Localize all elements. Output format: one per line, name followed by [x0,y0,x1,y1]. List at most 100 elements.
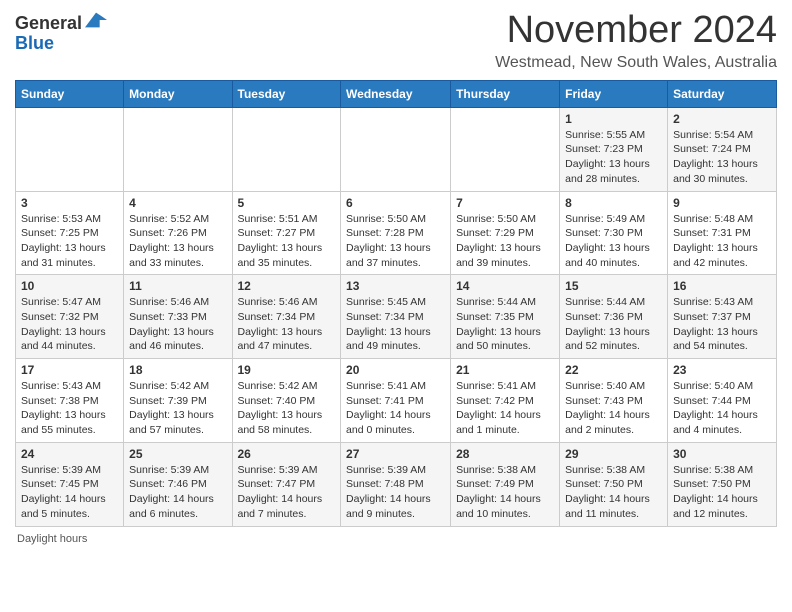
calendar-cell: 26 Sunrise: 5:39 AMSunset: 7:47 PMDayligh… [232,442,341,526]
day-number: 5 [238,196,336,210]
calendar-cell: 14 Sunrise: 5:44 AMSunset: 7:35 PMDayligh… [451,275,560,359]
day-number: 26 [238,447,336,461]
calendar-week-row: 3Sunrise: 5:53 AMSunset: 7:25 PMDaylight… [16,191,777,275]
calendar-cell: 8 Sunrise: 5:49 AMSunset: 7:30 PMDaylight… [560,191,668,275]
day-number: 27 [346,447,445,461]
day-number: 19 [238,363,336,377]
logo-icon [85,9,107,31]
calendar-week-row: 24 Sunrise: 5:39 AMSunset: 7:45 PMDayligh… [16,442,777,526]
day-number: 16 [673,279,771,293]
day-info: Sunrise: 5:50 AMSunset: 7:29 PMDaylight:… [456,212,554,271]
day-info: Sunrise: 5:44 AMSunset: 7:35 PMDaylight:… [456,295,554,354]
day-info: Sunrise: 5:52 AMSunset: 7:26 PMDaylight:… [129,212,226,271]
day-number: 4 [129,196,226,210]
calendar-cell: 29 Sunrise: 5:38 AMSunset: 7:50 PMDayligh… [560,442,668,526]
calendar-cell: 19 Sunrise: 5:42 AMSunset: 7:40 PMDayligh… [232,359,341,443]
day-number: 29 [565,447,662,461]
day-info: Sunrise: 5:39 AMSunset: 7:47 PMDaylight:… [238,463,336,522]
day-number: 10 [21,279,118,293]
col-header-thursday: Thursday [451,80,560,107]
logo-blue: Blue [15,34,82,54]
calendar-cell: 30 Sunrise: 5:38 AMSunset: 7:50 PMDayligh… [668,442,777,526]
calendar-cell: 18 Sunrise: 5:42 AMSunset: 7:39 PMDayligh… [124,359,232,443]
day-info: Sunrise: 5:46 AMSunset: 7:33 PMDaylight:… [129,295,226,354]
day-info: Sunrise: 5:55 AMSunset: 7:23 PMDaylight:… [565,128,662,187]
calendar-cell: 1 Sunrise: 5:55 AMSunset: 7:23 PMDaylight… [560,107,668,191]
day-info: Sunrise: 5:53 AMSunset: 7:25 PMDaylight:… [21,212,118,271]
calendar-cell: 24 Sunrise: 5:39 AMSunset: 7:45 PMDayligh… [16,442,124,526]
calendar-cell: 12 Sunrise: 5:46 AMSunset: 7:34 PMDayligh… [232,275,341,359]
day-number: 25 [129,447,226,461]
day-info: Sunrise: 5:43 AMSunset: 7:38 PMDaylight:… [21,379,118,438]
calendar-week-row: 1 Sunrise: 5:55 AMSunset: 7:23 PMDaylight… [16,107,777,191]
day-info: Sunrise: 5:44 AMSunset: 7:36 PMDaylight:… [565,295,662,354]
day-number: 15 [565,279,662,293]
header: General Blue November 2024 Westmead, New… [15,10,777,72]
calendar-cell: 23 Sunrise: 5:40 AMSunset: 7:44 PMDayligh… [668,359,777,443]
calendar-cell: 5Sunrise: 5:51 AMSunset: 7:27 PMDaylight… [232,191,341,275]
day-info: Sunrise: 5:38 AMSunset: 7:50 PMDaylight:… [673,463,771,522]
calendar-cell [451,107,560,191]
day-info: Sunrise: 5:40 AMSunset: 7:43 PMDaylight:… [565,379,662,438]
day-info: Sunrise: 5:42 AMSunset: 7:40 PMDaylight:… [238,379,336,438]
col-header-sunday: Sunday [16,80,124,107]
day-number: 14 [456,279,554,293]
col-header-tuesday: Tuesday [232,80,341,107]
day-info: Sunrise: 5:38 AMSunset: 7:50 PMDaylight:… [565,463,662,522]
calendar-cell: 22 Sunrise: 5:40 AMSunset: 7:43 PMDayligh… [560,359,668,443]
col-header-wednesday: Wednesday [341,80,451,107]
calendar-table: SundayMondayTuesdayWednesdayThursdayFrid… [15,80,777,527]
calendar-cell: 20Sunrise: 5:41 AMSunset: 7:41 PMDayligh… [341,359,451,443]
calendar-cell [341,107,451,191]
day-number: 11 [129,279,226,293]
month-title: November 2024 [495,10,777,52]
calendar-cell: 7 Sunrise: 5:50 AMSunset: 7:29 PMDaylight… [451,191,560,275]
day-number: 30 [673,447,771,461]
day-number: 12 [238,279,336,293]
day-number: 28 [456,447,554,461]
col-header-monday: Monday [124,80,232,107]
day-number: 6 [346,196,445,210]
calendar-cell: 25 Sunrise: 5:39 AMSunset: 7:46 PMDayligh… [124,442,232,526]
day-number: 1 [565,112,662,126]
day-info: Sunrise: 5:39 AMSunset: 7:48 PMDaylight:… [346,463,445,522]
day-info: Sunrise: 5:39 AMSunset: 7:46 PMDaylight:… [129,463,226,522]
calendar-week-row: 10Sunrise: 5:47 AMSunset: 7:32 PMDayligh… [16,275,777,359]
day-number: 22 [565,363,662,377]
calendar-cell [232,107,341,191]
day-info: Sunrise: 5:50 AMSunset: 7:28 PMDaylight:… [346,212,445,271]
day-info: Sunrise: 5:42 AMSunset: 7:39 PMDaylight:… [129,379,226,438]
day-number: 18 [129,363,226,377]
footer-note: Daylight hours [15,533,777,545]
day-number: 8 [565,196,662,210]
day-number: 24 [21,447,118,461]
day-info: Sunrise: 5:54 AMSunset: 7:24 PMDaylight:… [673,128,771,187]
day-number: 7 [456,196,554,210]
day-number: 23 [673,363,771,377]
day-number: 17 [21,363,118,377]
day-info: Sunrise: 5:38 AMSunset: 7:49 PMDaylight:… [456,463,554,522]
location-title: Westmead, New South Wales, Australia [495,54,777,72]
day-info: Sunrise: 5:46 AMSunset: 7:34 PMDaylight:… [238,295,336,354]
calendar-cell: 6 Sunrise: 5:50 AMSunset: 7:28 PMDaylight… [341,191,451,275]
calendar-cell: 9Sunrise: 5:48 AMSunset: 7:31 PMDaylight… [668,191,777,275]
day-info: Sunrise: 5:40 AMSunset: 7:44 PMDaylight:… [673,379,771,438]
calendar-week-row: 17 Sunrise: 5:43 AMSunset: 7:38 PMDayligh… [16,359,777,443]
calendar-header-row: SundayMondayTuesdayWednesdayThursdayFrid… [16,80,777,107]
day-number: 9 [673,196,771,210]
calendar-cell: 16Sunrise: 5:43 AMSunset: 7:37 PMDayligh… [668,275,777,359]
calendar-cell: 13 Sunrise: 5:45 AMSunset: 7:34 PMDayligh… [341,275,451,359]
calendar-cell: 11 Sunrise: 5:46 AMSunset: 7:33 PMDayligh… [124,275,232,359]
day-info: Sunrise: 5:39 AMSunset: 7:45 PMDaylight:… [21,463,118,522]
calendar-cell [16,107,124,191]
day-info: Sunrise: 5:45 AMSunset: 7:34 PMDaylight:… [346,295,445,354]
calendar-cell [124,107,232,191]
calendar-cell: 4 Sunrise: 5:52 AMSunset: 7:26 PMDaylight… [124,191,232,275]
day-number: 21 [456,363,554,377]
day-number: 13 [346,279,445,293]
logo: General Blue [15,14,107,54]
calendar-cell: 15 Sunrise: 5:44 AMSunset: 7:36 PMDayligh… [560,275,668,359]
calendar-cell: 2Sunrise: 5:54 AMSunset: 7:24 PMDaylight… [668,107,777,191]
day-info: Sunrise: 5:49 AMSunset: 7:30 PMDaylight:… [565,212,662,271]
title-area: November 2024 Westmead, New South Wales,… [495,10,777,72]
